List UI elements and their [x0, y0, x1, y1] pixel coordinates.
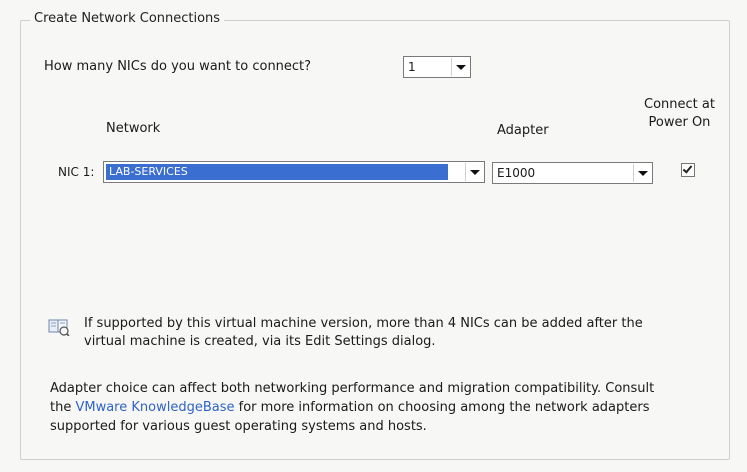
info-message: If supported by this virtual machine ver… [84, 315, 704, 351]
adapter-choice-note: Adapter choice can affect both networkin… [50, 379, 730, 436]
nic1-label: NIC 1: [58, 165, 95, 179]
adapter-note-link-prefix: the [50, 400, 76, 415]
adapter-note-line3: supported for various guest operating sy… [50, 419, 427, 434]
nic1-connect-at-power-on-checkbox[interactable] [681, 163, 695, 177]
adapter-note-line1: Adapter choice can affect both networkin… [50, 381, 655, 396]
info-book-icon [48, 319, 70, 336]
adapter-note-line2-suffix: for more information on choosing among t… [234, 400, 650, 415]
nic-count-value: 1 [408, 60, 416, 74]
adapter-column-header: Adapter [497, 123, 549, 138]
nic-count-label: How many NICs do you want to connect? [44, 59, 312, 74]
nic1-network-value: LAB-SERVICES [106, 164, 448, 180]
nic1-adapter-dropdown[interactable]: E1000 [492, 162, 653, 184]
connect-at-power-on-header: Connect at Power On [644, 96, 715, 132]
checkmark-icon [682, 163, 693, 174]
chevron-down-icon[interactable] [465, 163, 483, 181]
connect-header-line2: Power On [648, 115, 711, 130]
nic-count-dropdown[interactable]: 1 [403, 56, 471, 78]
network-column-header: Network [106, 121, 161, 136]
group-title: Create Network Connections [30, 11, 225, 26]
info-line2: virtual machine is created, via its Edit… [84, 334, 436, 349]
adapter-note-line2: the VMware KnowledgeBase for more inform… [50, 398, 730, 417]
create-network-connections-dialog: Create Network Connections How many NICs… [0, 0, 747, 472]
nic1-adapter-value: E1000 [497, 166, 536, 180]
connect-header-line1: Connect at [644, 97, 715, 112]
nic1-network-dropdown[interactable]: LAB-SERVICES [103, 161, 485, 183]
info-line1: If supported by this virtual machine ver… [84, 316, 643, 331]
chevron-down-icon[interactable] [633, 164, 651, 182]
vmware-knowledgebase-link[interactable]: VMware KnowledgeBase [75, 400, 234, 415]
chevron-down-icon[interactable] [451, 58, 469, 76]
